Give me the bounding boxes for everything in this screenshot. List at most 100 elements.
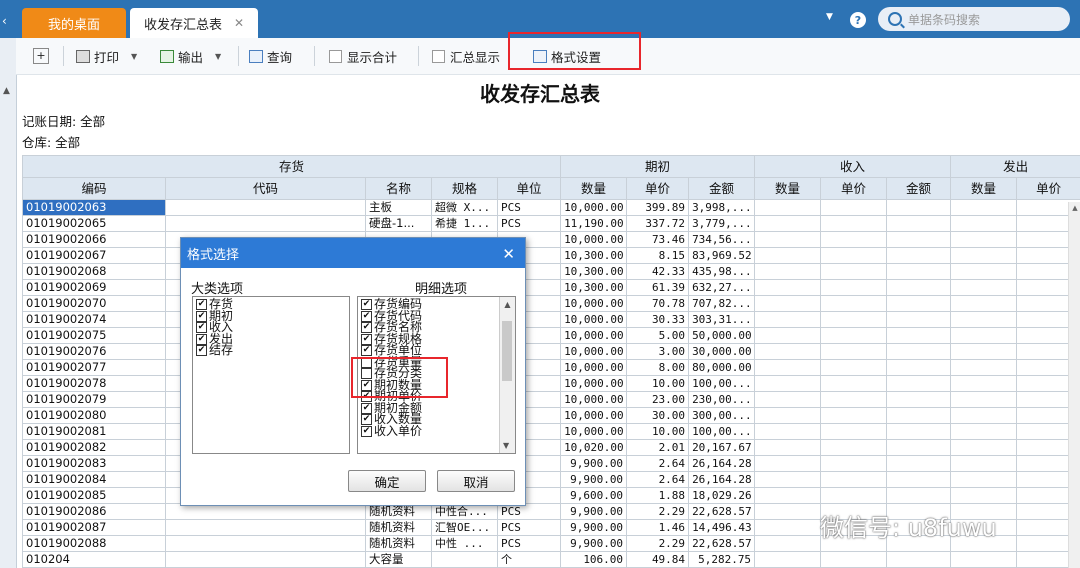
column-header[interactable]: 数量 — [754, 177, 822, 200]
table-cell[interactable] — [950, 551, 1018, 568]
scroll-up-arrow-icon[interactable]: ▲ — [3, 86, 10, 96]
table-cell[interactable] — [820, 391, 888, 408]
query-button[interactable]: 查询 — [249, 46, 292, 66]
table-cell[interactable] — [820, 471, 888, 488]
column-header[interactable]: 单价 — [626, 177, 690, 200]
table-cell[interactable] — [754, 519, 822, 536]
table-cell[interactable] — [820, 375, 888, 392]
table-cell[interactable]: 22,628.57 — [688, 535, 756, 552]
table-cell[interactable] — [950, 295, 1018, 312]
table-cell[interactable] — [820, 423, 888, 440]
table-cell[interactable] — [754, 551, 822, 568]
dialog-titlebar[interactable]: 格式选择 ✕ — [181, 238, 525, 268]
table-cell[interactable] — [886, 247, 952, 264]
table-cell[interactable]: 26,164.28 — [688, 471, 756, 488]
table-cell[interactable] — [950, 263, 1018, 280]
scroll-up-arrow-icon[interactable]: ▲ — [1069, 204, 1080, 212]
table-cell[interactable]: 01019002079 — [22, 391, 166, 408]
table-cell[interactable]: 硬盘-1... — [365, 215, 432, 232]
table-cell[interactable] — [950, 279, 1018, 296]
table-cell[interactable] — [886, 471, 952, 488]
checkbox-checked-icon[interactable]: ✔ — [361, 414, 372, 426]
table-cell[interactable]: 个 — [496, 551, 562, 568]
table-cell[interactable]: 10.00 — [626, 423, 690, 440]
table-cell[interactable]: 49.84 — [626, 551, 690, 568]
column-header[interactable]: 名称 — [365, 177, 432, 200]
table-cell[interactable]: 9,900.00 — [560, 535, 628, 552]
table-cell[interactable] — [886, 263, 952, 280]
table-cell[interactable] — [431, 551, 498, 568]
table-cell[interactable] — [754, 327, 822, 344]
table-cell[interactable] — [820, 247, 888, 264]
table-cell[interactable]: 61.39 — [626, 279, 690, 296]
table-cell[interactable] — [165, 215, 366, 232]
table-cell[interactable] — [820, 295, 888, 312]
table-cell[interactable] — [820, 327, 888, 344]
table-cell[interactable]: 26,164.28 — [688, 455, 756, 472]
table-cell[interactable]: 10,000.00 — [560, 311, 628, 328]
ok-button[interactable]: 确定 — [348, 470, 426, 492]
table-cell[interactable]: PCS — [496, 215, 562, 232]
table-cell[interactable] — [886, 199, 952, 216]
table-cell[interactable]: 106.00 — [560, 551, 628, 568]
table-cell[interactable]: 10,000.00 — [560, 295, 628, 312]
table-cell[interactable] — [950, 215, 1018, 232]
column-header[interactable]: 单价 — [1016, 177, 1080, 200]
table-cell[interactable]: 2.64 — [626, 471, 690, 488]
table-cell[interactable]: 23.00 — [626, 391, 690, 408]
table-cell[interactable]: 1.46 — [626, 519, 690, 536]
table-cell[interactable]: 01019002065 — [22, 215, 166, 232]
table-cell[interactable]: 5.00 — [626, 327, 690, 344]
cancel-button[interactable]: 取消 — [437, 470, 515, 492]
table-cell[interactable]: 01019002063 — [22, 199, 166, 216]
table-cell[interactable] — [754, 455, 822, 472]
table-cell[interactable] — [950, 359, 1018, 376]
table-cell[interactable]: 3,779,... — [688, 215, 756, 232]
table-cell[interactable] — [886, 391, 952, 408]
table-cell[interactable]: 22,628.57 — [688, 503, 756, 520]
table-cell[interactable]: 5,282.75 — [688, 551, 756, 568]
table-cell[interactable]: 337.72 — [626, 215, 690, 232]
table-cell[interactable]: 10,300.00 — [560, 279, 628, 296]
table-cell[interactable] — [886, 311, 952, 328]
table-cell[interactable] — [754, 343, 822, 360]
table-cell[interactable]: 10,300.00 — [560, 263, 628, 280]
checkbox-checked-icon[interactable]: ✔ — [361, 402, 372, 414]
table-cell[interactable] — [820, 215, 888, 232]
table-cell[interactable]: 01019002075 — [22, 327, 166, 344]
table-cell[interactable]: 大容量 — [365, 551, 432, 568]
table-cell[interactable] — [754, 535, 822, 552]
table-cell[interactable]: 9,900.00 — [560, 455, 628, 472]
table-cell[interactable]: 随机资料 — [365, 519, 432, 536]
table-cell[interactable] — [165, 535, 366, 552]
table-cell[interactable]: 9,900.00 — [560, 519, 628, 536]
column-header[interactable]: 金额 — [688, 177, 756, 200]
table-cell[interactable]: 10,000.00 — [560, 343, 628, 360]
dropdown-arrow-icon[interactable]: ▼ — [826, 12, 833, 22]
checkbox-checked-icon[interactable]: ✔ — [361, 322, 372, 334]
table-cell[interactable]: 83,969.52 — [688, 247, 756, 264]
column-header[interactable]: 编码 — [22, 177, 166, 200]
checkbox-checked-icon[interactable]: ✔ — [361, 345, 372, 357]
table-cell[interactable] — [950, 423, 1018, 440]
table-cell[interactable]: 10,020.00 — [560, 439, 628, 456]
table-cell[interactable] — [754, 295, 822, 312]
tab-home[interactable]: 我的桌面 — [22, 8, 126, 38]
close-icon[interactable]: ✕ — [502, 245, 515, 263]
table-cell[interactable]: 01019002067 — [22, 247, 166, 264]
table-cell[interactable]: 9,600.00 — [560, 487, 628, 504]
table-cell[interactable]: 01019002087 — [22, 519, 166, 536]
table-cell[interactable] — [754, 487, 822, 504]
table-cell[interactable]: 10.00 — [626, 375, 690, 392]
table-cell[interactable]: 42.33 — [626, 263, 690, 280]
table-cell[interactable] — [950, 327, 1018, 344]
table-cell[interactable] — [950, 375, 1018, 392]
table-cell[interactable]: 734,56... — [688, 231, 756, 248]
table-cell[interactable]: 01019002068 — [22, 263, 166, 280]
table-cell[interactable]: 18,029.26 — [688, 487, 756, 504]
table-cell[interactable] — [754, 439, 822, 456]
table-cell[interactable] — [754, 423, 822, 440]
table-cell[interactable] — [950, 407, 1018, 424]
table-cell[interactable] — [950, 199, 1018, 216]
table-row[interactable]: 01019002065 硬盘-1... 希捷 1... PCS 11,190.00 337… — [22, 215, 1080, 232]
